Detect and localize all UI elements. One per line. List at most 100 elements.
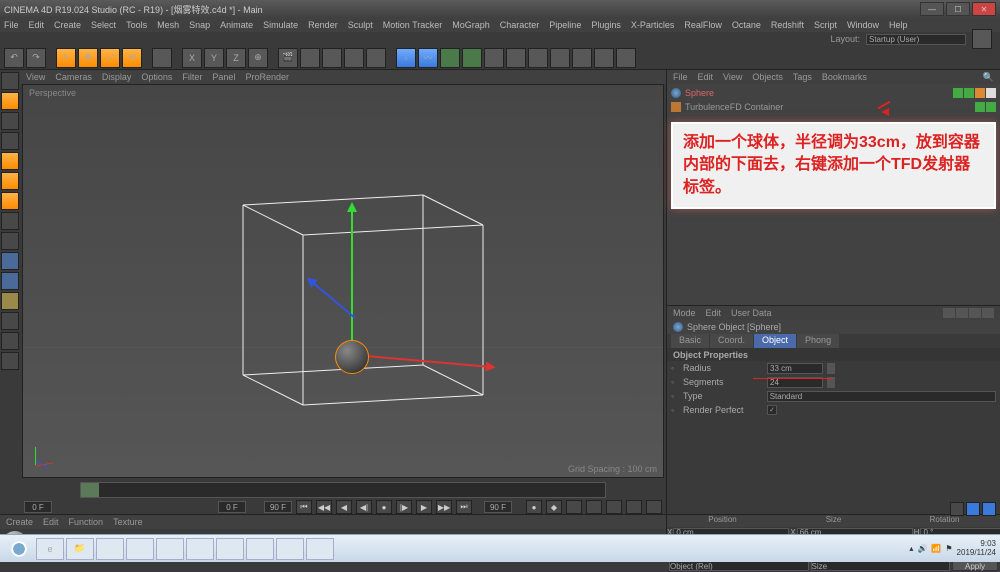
help-icon[interactable] (982, 502, 996, 516)
tray-icon[interactable]: 🔊 (917, 544, 927, 553)
type-select[interactable] (767, 391, 996, 402)
autokey-button[interactable]: ● (526, 500, 542, 514)
step-forward-keyframe-button[interactable]: ▶▶ (436, 500, 452, 514)
world-icon[interactable]: ⊕ (248, 48, 268, 68)
record-button[interactable]: ● (376, 500, 392, 514)
apply-button[interactable]: Apply (952, 561, 998, 571)
timeline-slider[interactable] (80, 482, 606, 498)
vp-menu-prorender[interactable]: ProRender (245, 72, 289, 82)
history-tool[interactable] (152, 48, 172, 68)
spline-button[interactable]: 〰 (418, 48, 438, 68)
workplane-icon[interactable] (1, 132, 19, 150)
object-name[interactable]: TurbulenceFD Container (685, 102, 783, 112)
layout-select[interactable] (866, 34, 966, 45)
menu-select[interactable]: Select (91, 20, 116, 30)
tab-coord[interactable]: Coord. (710, 334, 753, 348)
maximize-button[interactable]: ☐ (946, 2, 970, 16)
pencil-icon[interactable] (966, 502, 980, 516)
polygon-mode-icon[interactable] (1, 192, 19, 210)
tray-icon[interactable]: ⚑ (945, 544, 952, 553)
matmgr-menu-function[interactable]: Function (69, 517, 104, 527)
vp-menu-options[interactable]: Options (141, 72, 172, 82)
menu-edit[interactable]: Edit (29, 20, 45, 30)
matmgr-menu-create[interactable]: Create (6, 517, 33, 527)
locked-workplane-icon[interactable] (1, 312, 19, 330)
timeline-end-input[interactable] (484, 501, 512, 513)
search-icon[interactable]: 🔍 (983, 72, 994, 83)
menu-file[interactable]: File (4, 20, 19, 30)
mograph-button[interactable] (550, 48, 570, 68)
attrmgr-menu-edit[interactable]: Edit (706, 308, 722, 318)
key-rot-icon[interactable] (606, 500, 622, 514)
undo-button[interactable]: ↶ (4, 48, 24, 68)
menu-motiontracker[interactable]: Motion Tracker (383, 20, 443, 30)
key-param-icon[interactable] (626, 500, 642, 514)
timeline-range-end-input[interactable] (264, 501, 292, 513)
taskbar-app-icon[interactable] (96, 538, 124, 560)
close-button[interactable]: ✕ (972, 2, 996, 16)
menu-mograph[interactable]: MoGraph (452, 20, 490, 30)
attrmgr-menu-mode[interactable]: Mode (673, 308, 696, 318)
menu-simulate[interactable]: Simulate (263, 20, 298, 30)
menu-script[interactable]: Script (814, 20, 837, 30)
redo-button[interactable]: ↷ (26, 48, 46, 68)
objmgr-menu-tags[interactable]: Tags (793, 72, 812, 82)
realflow-button[interactable] (594, 48, 614, 68)
objmgr-menu-bookmarks[interactable]: Bookmarks (822, 72, 867, 82)
select-tool[interactable]: ↖ (56, 48, 76, 68)
model-mode-icon[interactable] (1, 92, 19, 110)
menu-plugins[interactable]: Plugins (591, 20, 621, 30)
matmgr-menu-texture[interactable]: Texture (113, 517, 143, 527)
menu-animate[interactable]: Animate (220, 20, 253, 30)
tab-object[interactable]: Object (754, 334, 796, 348)
taskbar-app-icon[interactable] (306, 538, 334, 560)
x-lock-icon[interactable]: X (182, 48, 202, 68)
planar-workplane-icon[interactable] (1, 332, 19, 350)
menu-window[interactable]: Window (847, 20, 879, 30)
objmgr-menu-edit[interactable]: Edit (698, 72, 714, 82)
taskbar-explorer-icon[interactable]: 📁 (66, 538, 94, 560)
generator-button[interactable] (440, 48, 460, 68)
menu-sculpt[interactable]: Sculpt (348, 20, 373, 30)
render-view-button[interactable]: 🎬 (278, 48, 298, 68)
menu-octane[interactable]: Octane (732, 20, 761, 30)
taskbar-c4d-icon[interactable] (216, 538, 244, 560)
snap-settings-icon[interactable] (1, 272, 19, 290)
objmgr-menu-file[interactable]: File (673, 72, 688, 82)
render-tag-icon[interactable] (964, 88, 974, 98)
spinner-icon[interactable] (827, 363, 835, 374)
light-button[interactable] (528, 48, 548, 68)
camera-button[interactable] (506, 48, 526, 68)
workplane-mode-icon[interactable] (1, 292, 19, 310)
play-forward-button[interactable]: ▶ (416, 500, 432, 514)
sphere-object[interactable] (335, 340, 369, 374)
menu-xparticles[interactable]: X-Particles (631, 20, 675, 30)
point-mode-icon[interactable] (1, 152, 19, 170)
radius-input[interactable] (767, 363, 823, 374)
menu-snap[interactable]: Snap (189, 20, 210, 30)
attrmgr-menu-userdata[interactable]: User Data (731, 308, 772, 318)
key-pos-icon[interactable] (566, 500, 582, 514)
timeline-current-input[interactable] (218, 501, 246, 513)
edge-mode-icon[interactable] (1, 172, 19, 190)
plugin-button[interactable] (616, 48, 636, 68)
rotate-tool[interactable]: ⟲ (122, 48, 142, 68)
texture-mode-icon[interactable] (1, 112, 19, 130)
menu-character[interactable]: Character (500, 20, 540, 30)
object-row-sphere[interactable]: Sphere (671, 86, 996, 100)
nav-forward-icon[interactable] (956, 308, 968, 318)
taskbar-clock[interactable]: 9:03 2019/11/24 (957, 540, 996, 558)
vp-menu-view[interactable]: View (26, 72, 45, 82)
scale-tool[interactable]: ⤢ (100, 48, 120, 68)
deformer-button[interactable] (462, 48, 482, 68)
tab-basic[interactable]: Basic (671, 334, 709, 348)
matmgr-menu-edit[interactable]: Edit (43, 517, 59, 527)
timeline-playhead[interactable] (81, 483, 99, 497)
picture-viewer-button[interactable] (344, 48, 364, 68)
tab-phong[interactable]: Phong (797, 334, 839, 348)
z-lock-icon[interactable]: Z (226, 48, 246, 68)
tray-icon[interactable]: 📶 (931, 544, 941, 553)
misc-tool-icon[interactable] (1, 352, 19, 370)
keyframe-button[interactable]: ◆ (546, 500, 562, 514)
phong-tag-icon[interactable] (975, 88, 985, 98)
